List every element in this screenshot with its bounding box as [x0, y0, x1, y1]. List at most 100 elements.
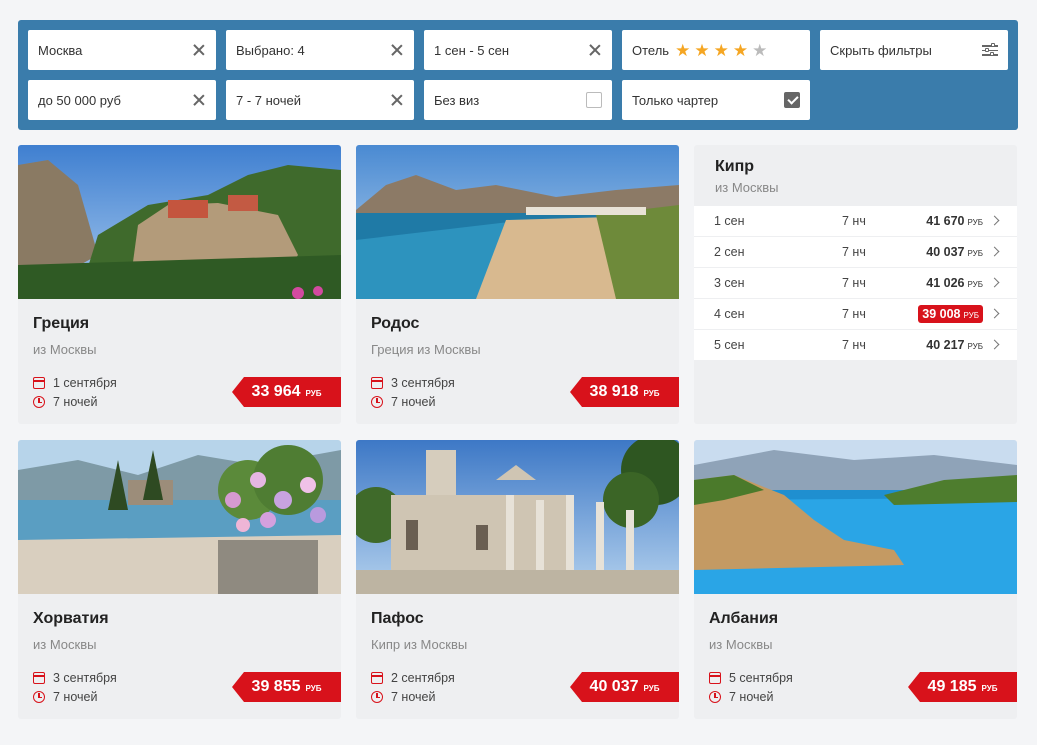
card-subtitle: из Москвы — [33, 342, 97, 357]
nights-filter[interactable]: 7 - 7 ночей — [226, 80, 414, 120]
row-nights: 7 нч — [842, 338, 866, 352]
calendar-icon — [33, 377, 45, 389]
price-button[interactable]: 39 855 РУБ — [232, 672, 341, 702]
no-visa-checkbox[interactable] — [586, 92, 602, 108]
row-price-value: 40 037 — [926, 245, 965, 259]
price-button[interactable]: 33 964 РУБ — [232, 377, 341, 407]
card-date: 1 сентября — [33, 376, 117, 390]
row-nights: 7 нч — [842, 307, 866, 321]
price-currency: РУБ — [305, 684, 322, 693]
card-title: Пафос — [371, 610, 424, 627]
no-visa-filter[interactable]: Без виз — [424, 80, 612, 120]
clear-dates-icon[interactable] — [588, 43, 602, 57]
price-currency: РУБ — [305, 389, 322, 398]
card-date-label: 2 сентября — [391, 671, 455, 685]
row-date: 2 сен — [714, 245, 745, 259]
cyprus-dates-card: Кипр из Москвы 1 сен 7 нч 41 670 РУБ 2 се… — [694, 145, 1017, 424]
clear-origin-icon[interactable] — [192, 43, 206, 57]
card-nights-label: 7 ночей — [391, 690, 436, 704]
date-row[interactable]: 1 сен 7 нч 41 670 РУБ — [694, 206, 1017, 236]
row-price-value: 41 026 — [926, 276, 965, 290]
calendar-icon — [371, 377, 383, 389]
card-date-label: 3 сентября — [391, 376, 455, 390]
card-date: 3 сентября — [371, 376, 455, 390]
destination-photo-albania — [694, 440, 1017, 594]
destination-card[interactable]: Хорватия из Москвы 3 сентября 7 ночей 39… — [18, 440, 341, 719]
star-icon[interactable]: ★ — [714, 42, 729, 59]
budget-filter[interactable]: до 50 000 руб — [28, 80, 216, 120]
row-nights: 7 нч — [842, 214, 866, 228]
calendar-icon — [33, 672, 45, 684]
card-nights-label: 7 ночей — [391, 395, 436, 409]
date-row[interactable]: 3 сен 7 нч 41 026 РУБ — [694, 268, 1017, 298]
destination-card[interactable]: Родос Греция из Москвы 3 сентября 7 ноче… — [356, 145, 679, 424]
date-row[interactable]: 5 сен 7 нч 40 217 РУБ — [694, 330, 1017, 360]
hotel-filter[interactable]: Отель ★ ★ ★ ★ ★ — [622, 30, 810, 70]
row-nights: 7 нч — [842, 276, 866, 290]
date-row[interactable]: 4 сен 7 нч 39 008 РУБ — [694, 299, 1017, 329]
row-price: 40 217 РУБ — [926, 338, 983, 352]
row-price-currency: РУБ — [967, 249, 984, 258]
card-nights: 7 ночей — [33, 395, 97, 409]
dates-filter[interactable]: 1 сен - 5 сен — [424, 30, 612, 70]
dates-filter-label: 1 сен - 5 сен — [434, 42, 510, 58]
card-title: Родос — [371, 315, 420, 332]
row-price: 41 670 РУБ — [926, 214, 983, 228]
filter-panel: Москва Выбрано: 4 1 сен - 5 сен Отель ★ … — [18, 20, 1018, 130]
no-visa-label: Без виз — [434, 92, 480, 108]
card-nights-label: 7 ночей — [53, 690, 98, 704]
clock-icon — [371, 691, 383, 703]
date-row[interactable]: 2 сен 7 нч 40 037 РУБ — [694, 237, 1017, 267]
cyprus-title: Кипр — [715, 158, 755, 175]
clock-icon — [709, 691, 721, 703]
row-nights: 7 нч — [842, 245, 866, 259]
destination-photo-croatia — [18, 440, 341, 594]
chevron-right-icon — [989, 215, 1000, 226]
price-button[interactable]: 40 037 РУБ — [570, 672, 679, 702]
chevron-right-icon — [989, 277, 1000, 288]
chevron-right-icon — [989, 339, 1000, 350]
destinations-filter[interactable]: Выбрано: 4 — [226, 30, 414, 70]
price-value: 40 037 — [589, 678, 639, 695]
price-currency: РУБ — [981, 684, 998, 693]
row-date: 3 сен — [714, 276, 745, 290]
star-icon[interactable]: ★ — [694, 42, 709, 59]
clear-budget-icon[interactable] — [192, 93, 206, 107]
clear-nights-icon[interactable] — [390, 93, 404, 107]
star-icon[interactable]: ★ — [675, 42, 690, 59]
card-nights: 7 ночей — [371, 395, 435, 409]
price-button[interactable]: 38 918 РУБ — [570, 377, 679, 407]
destination-card[interactable]: Греция из Москвы 1 сентября 7 ночей 33 9… — [18, 145, 341, 424]
star-icon[interactable]: ★ — [752, 42, 767, 59]
hide-filters-button[interactable]: Скрыть фильтры — [820, 30, 1008, 70]
row-date: 5 сен — [714, 338, 745, 352]
row-price: 40 037 РУБ — [926, 245, 983, 259]
cyprus-subtitle: из Москвы — [715, 180, 779, 195]
row-price-currency: РУБ — [967, 218, 984, 227]
price-button[interactable]: 49 185 РУБ — [908, 672, 1017, 702]
card-nights: 7 ночей — [371, 690, 435, 704]
clear-destinations-icon[interactable] — [390, 43, 404, 57]
card-subtitle: Кипр из Москвы — [371, 637, 468, 652]
row-date: 4 сен — [714, 307, 745, 321]
row-date: 1 сен — [714, 214, 745, 228]
charter-only-filter[interactable]: Только чартер — [622, 80, 810, 120]
card-subtitle: из Москвы — [709, 637, 773, 652]
origin-filter[interactable]: Москва — [28, 30, 216, 70]
card-title: Хорватия — [33, 610, 109, 627]
destination-photo-paphos — [356, 440, 679, 594]
destination-card[interactable]: Албания из Москвы 5 сентября 7 ночей 49 … — [694, 440, 1017, 719]
destination-card[interactable]: Пафос Кипр из Москвы 2 сентября 7 ночей … — [356, 440, 679, 719]
star-icon[interactable]: ★ — [733, 42, 748, 59]
chevron-right-icon — [989, 308, 1000, 319]
row-price-value: 39 008 — [922, 307, 961, 321]
charter-only-checkbox[interactable] — [784, 92, 800, 108]
card-date: 2 сентября — [371, 671, 455, 685]
destination-photo-rhodes — [356, 145, 679, 299]
card-nights-label: 7 ночей — [729, 690, 774, 704]
hotel-stars[interactable]: ★ ★ ★ ★ ★ — [675, 42, 767, 59]
nights-filter-label: 7 - 7 ночей — [236, 92, 302, 108]
price-value: 39 855 — [251, 678, 301, 695]
budget-filter-label: до 50 000 руб — [38, 92, 121, 108]
card-date-label: 3 сентября — [53, 671, 117, 685]
